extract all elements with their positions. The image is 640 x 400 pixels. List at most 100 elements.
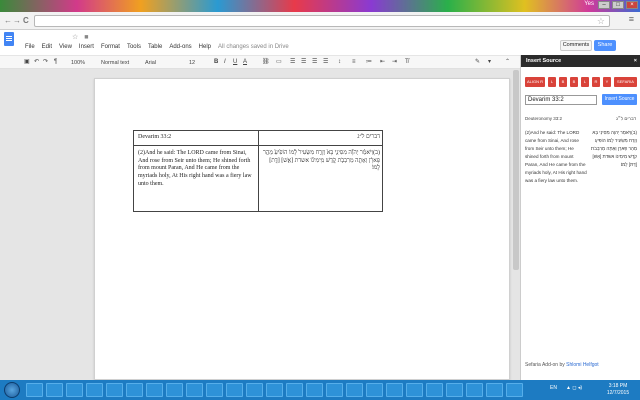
sefaria-button[interactable]: SEFARIA — [614, 77, 637, 87]
taskbar-app-21[interactable] — [426, 383, 443, 397]
undo-icon[interactable]: ↶ — [34, 58, 39, 67]
maximize-button[interactable]: □ — [612, 1, 624, 9]
size-select[interactable]: 12 — [188, 58, 196, 69]
taskbar-app-20[interactable] — [406, 383, 423, 397]
menu-insert[interactable]: Insert — [79, 44, 94, 50]
align-justify-icon[interactable]: ☰ — [323, 58, 328, 67]
taskbar-app-16[interactable] — [326, 383, 343, 397]
numbered-list-icon[interactable]: ≡ — [352, 58, 356, 67]
menu-addons[interactable]: Add-ons — [169, 44, 191, 50]
taskbar-app-7[interactable] — [146, 383, 163, 397]
taskbar-app-2[interactable] — [46, 383, 63, 397]
taskbar-app-5[interactable] — [106, 383, 123, 397]
close-sidebar-icon[interactable]: × — [634, 55, 637, 67]
taskbar-app-9[interactable] — [186, 383, 203, 397]
comments-button[interactable]: Comments — [560, 40, 592, 51]
collapse-toolbar-icon[interactable]: ⌃ — [505, 58, 510, 67]
taskbar-app-8[interactable] — [166, 383, 183, 397]
document-page[interactable]: Devarim 33:2 דברים ל״ג (2)And he said: T… — [94, 78, 510, 380]
address-bar[interactable]: ☆ — [34, 15, 610, 27]
body-cell-english[interactable]: (2)And he said: The LORD came from Sinai… — [138, 150, 254, 189]
comment-icon[interactable]: ▭ — [276, 58, 282, 67]
text-color-button[interactable]: A — [243, 58, 247, 67]
font-select[interactable]: Arial — [144, 58, 157, 69]
star-doc-icon[interactable]: ☆ — [72, 34, 78, 41]
option-y-button[interactable]: Y — [603, 77, 611, 87]
share-button[interactable]: Share — [594, 40, 616, 51]
start-orb-icon[interactable] — [4, 382, 20, 398]
header-cell-english[interactable]: Devarim 33:2 — [138, 134, 171, 142]
source-input[interactable]: Devarim 33:2 — [525, 95, 597, 105]
option-r-button[interactable]: R — [592, 77, 600, 87]
taskbar-app-4[interactable] — [86, 383, 103, 397]
print-icon[interactable]: ▣ — [24, 58, 30, 67]
minimize-button[interactable]: – — [598, 1, 610, 9]
taskbar-app-18[interactable] — [366, 383, 383, 397]
taskbar-clock[interactable]: 3:18 PM 12/7/2015 — [600, 383, 636, 397]
clear-format-icon[interactable]: T̸ — [405, 58, 409, 67]
menu-view[interactable]: View — [59, 44, 72, 50]
taskbar-app-19[interactable] — [386, 383, 403, 397]
clock-time: 3:18 PM — [608, 383, 628, 389]
menu-edit[interactable]: Edit — [42, 44, 52, 50]
browser-menu-icon[interactable]: ≡ — [629, 14, 634, 24]
forward-arrow-icon[interactable]: → — [13, 16, 21, 25]
back-arrow-icon[interactable]: ← — [4, 16, 12, 25]
header-cell-hebrew[interactable]: דברים ל״ג — [262, 134, 380, 142]
author-link[interactable]: Shlomi Helfgot — [566, 362, 599, 368]
taskbar-app-13[interactable] — [266, 383, 283, 397]
decrease-indent-icon[interactable]: ⇤ — [380, 58, 385, 67]
option-l-button[interactable]: L — [548, 77, 556, 87]
underline-button[interactable]: U — [233, 58, 237, 67]
menu-help[interactable]: Help — [199, 44, 211, 50]
docs-logo-icon[interactable] — [4, 32, 14, 46]
system-tray-icons[interactable]: ▲ ◻ ◂) — [566, 385, 582, 391]
bulleted-list-icon[interactable]: ≔ — [366, 58, 372, 67]
language-indicator[interactable]: EN — [550, 385, 557, 391]
taskbar-app-12[interactable] — [246, 383, 263, 397]
taskbar-app-14[interactable] — [286, 383, 303, 397]
taskbar-app-1[interactable] — [26, 383, 43, 397]
taskbar-app-10[interactable] — [206, 383, 223, 397]
option-b-button[interactable]: B — [559, 77, 567, 87]
line-spacing-icon[interactable]: ↕ — [338, 58, 341, 67]
taskbar-app-15[interactable] — [306, 383, 323, 397]
option-b2-button[interactable]: B — [570, 77, 578, 87]
redo-icon[interactable]: ↷ — [43, 58, 48, 67]
bold-button[interactable]: B — [214, 58, 218, 67]
source-table[interactable]: Devarim 33:2 דברים ל״ג (2)And he said: T… — [133, 130, 383, 212]
taskbar-app-17[interactable] — [346, 383, 363, 397]
reload-icon[interactable]: C — [23, 16, 29, 25]
align-left-icon[interactable]: ☰ — [290, 58, 295, 67]
option-l2-button[interactable]: L — [581, 77, 589, 87]
menu-table[interactable]: Table — [148, 44, 162, 50]
document-scrollbar[interactable] — [513, 70, 519, 270]
zoom-select[interactable]: 100% — [70, 58, 86, 69]
folder-icon[interactable]: ■ — [84, 34, 88, 41]
style-select[interactable]: Normal text — [100, 58, 130, 69]
italic-button[interactable]: I — [224, 58, 226, 67]
menu-format[interactable]: Format — [101, 44, 120, 50]
align-center-icon[interactable]: ☰ — [301, 58, 306, 67]
increase-indent-icon[interactable]: ⇥ — [392, 58, 397, 67]
align-right-icon[interactable]: ☰ — [312, 58, 317, 67]
paint-format-icon[interactable]: ¶ — [54, 58, 57, 67]
taskbar-app-24[interactable] — [486, 383, 503, 397]
menu-tools[interactable]: Tools — [127, 44, 141, 50]
link-icon[interactable]: ⛓ — [262, 58, 270, 67]
save-status[interactable]: All changes saved in Drive — [218, 44, 289, 50]
taskbar-app-11[interactable] — [226, 383, 243, 397]
close-window-button[interactable]: × — [626, 1, 638, 9]
taskbar-app-3[interactable] — [66, 383, 83, 397]
taskbar-app-23[interactable] — [466, 383, 483, 397]
body-cell-hebrew[interactable]: (ב)וַיֹּאמַ֗ר יְהוָ֞ה מִסִּינַ֥י בָּא֙ ו… — [262, 150, 380, 173]
taskbar-app-25[interactable] — [506, 383, 523, 397]
pencil-icon[interactable]: ✎ — [475, 58, 480, 67]
taskbar-app-22[interactable] — [446, 383, 463, 397]
menu-file[interactable]: File — [25, 44, 35, 50]
insert-source-button[interactable]: Insert Source — [602, 94, 637, 105]
editing-mode-chevron-icon[interactable]: ▾ — [488, 58, 491, 67]
align-r-button[interactable]: ALIGN R — [525, 77, 545, 87]
bookmark-star-icon[interactable]: ☆ — [597, 16, 605, 27]
taskbar-app-6[interactable] — [126, 383, 143, 397]
